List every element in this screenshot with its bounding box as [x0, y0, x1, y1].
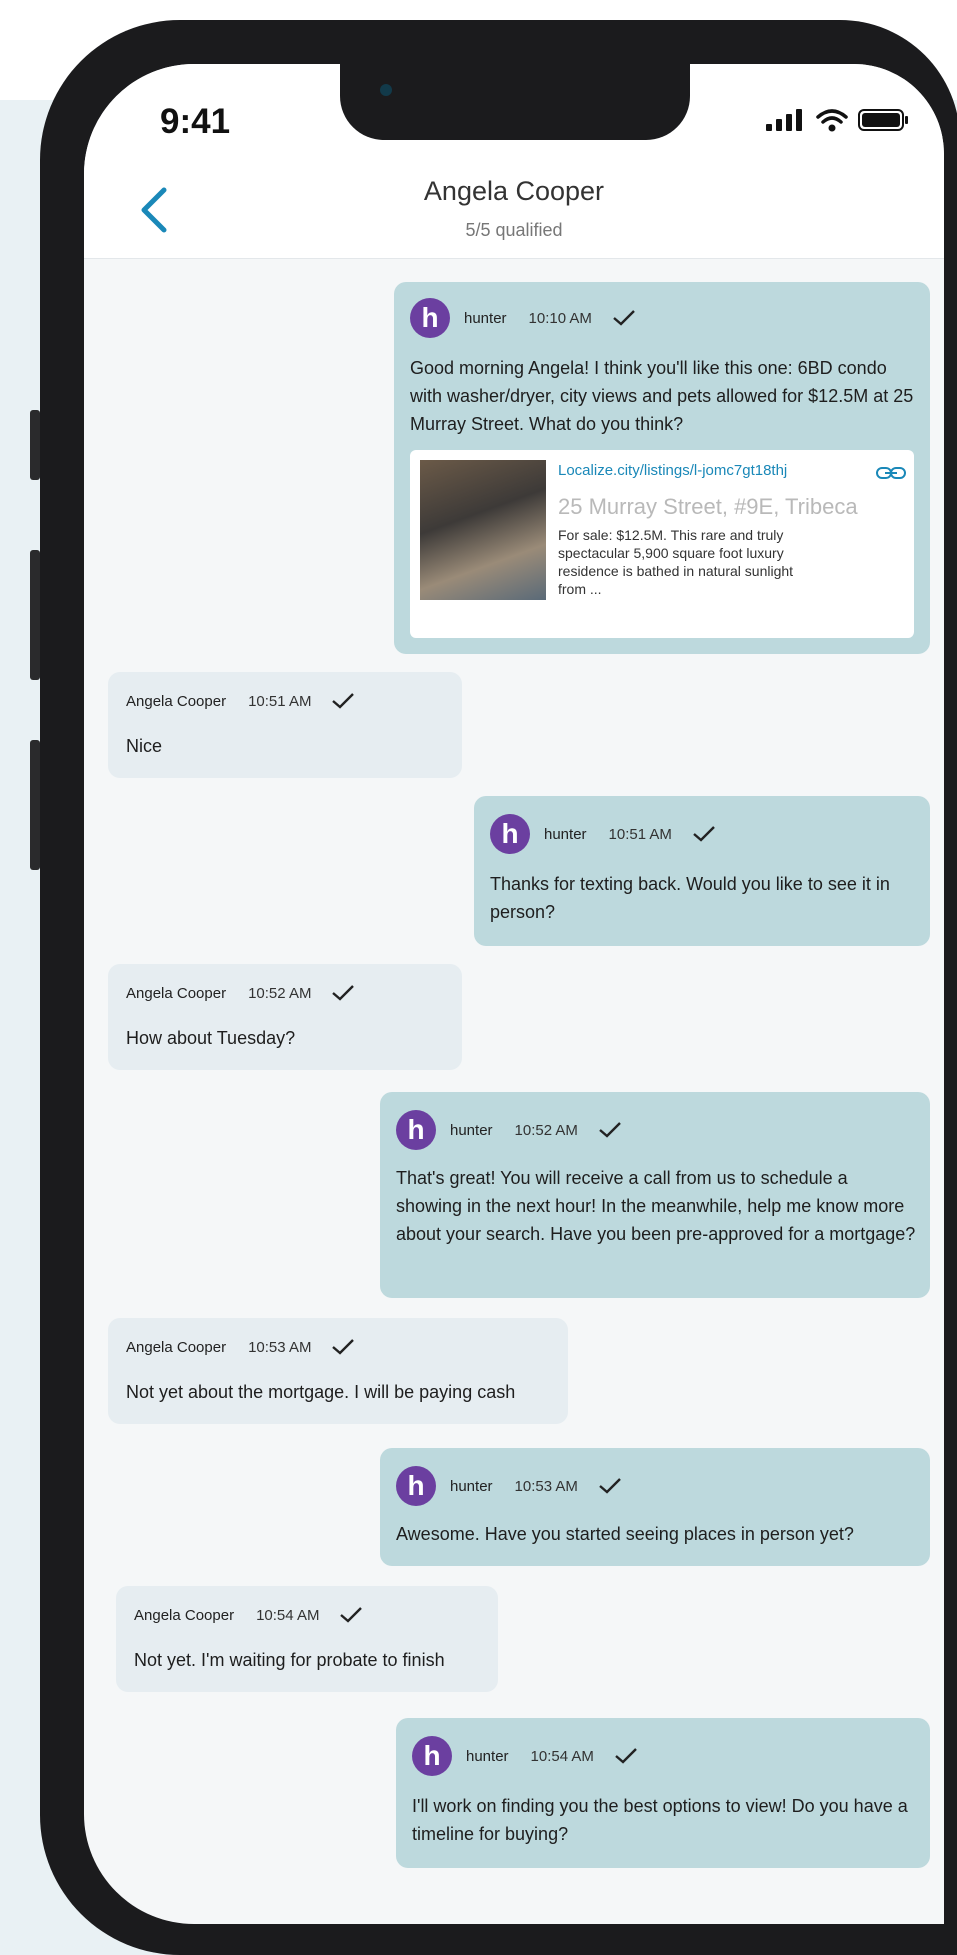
message-time: 10:52 AM — [248, 984, 312, 1002]
incoming-message: Angela Cooper 10:54 AM Not yet. I'm wait… — [116, 1586, 498, 1692]
message-time: 10:51 AM — [608, 825, 672, 843]
message-meta: h hunter 10:53 AM — [396, 1466, 622, 1506]
hunter-avatar: h — [396, 1110, 436, 1150]
checkmark-icon — [332, 1339, 355, 1355]
sender-name: Angela Cooper — [126, 692, 227, 710]
sender-name: Angela Cooper — [134, 1606, 235, 1624]
wifi-icon — [816, 109, 848, 132]
front-camera — [380, 84, 392, 96]
outgoing-message: h hunter 10:53 AM Awesome. Have you star… — [380, 1448, 930, 1566]
message-meta: h hunter 10:52 AM — [396, 1110, 622, 1150]
message-text: Thanks for texting back. Would you like … — [490, 874, 890, 922]
hunter-avatar: h — [396, 1466, 436, 1506]
listing-address: 25 Murray Street, #9E, Tribeca — [558, 494, 858, 519]
checkmark-icon — [332, 985, 355, 1001]
checkmark-icon — [340, 1607, 363, 1623]
link-icon — [876, 467, 906, 479]
sender-name: hunter — [544, 825, 587, 843]
message-text: Nice — [126, 736, 163, 756]
listing-link[interactable]: Localize.city/listings/l-jomc7gt18thj — [558, 462, 787, 479]
message-text: I'll work on finding you the best option… — [412, 1796, 908, 1844]
checkmark-icon — [332, 693, 355, 709]
checkmark-icon — [599, 1122, 621, 1138]
listing-photo — [420, 460, 546, 600]
message-time: 10:53 AM — [514, 1477, 578, 1495]
sender-name: hunter — [450, 1121, 493, 1139]
status-time: 9:41 — [160, 102, 231, 141]
message-text: Not yet. I'm waiting for probate to fini… — [134, 1650, 445, 1670]
message-time: 10:52 AM — [514, 1121, 578, 1139]
incoming-message: Angela Cooper 10:53 AM Not yet about the… — [108, 1318, 568, 1424]
message-meta: h hunter 10:54 AM — [412, 1736, 638, 1776]
message-time: 10:54 AM — [530, 1747, 594, 1765]
outgoing-message: h hunter 10:51 AM Thanks for texting bac… — [474, 796, 930, 946]
message-meta: Angela Cooper 10:51 AM — [126, 692, 355, 710]
sender-name: hunter — [466, 1747, 509, 1765]
volume-up-button — [30, 550, 40, 680]
message-time: 10:54 AM — [256, 1606, 320, 1624]
listing-description: For sale: $12.5M. This rare and truly sp… — [558, 527, 794, 597]
message-text: Good morning Angela! I think you'll like… — [410, 358, 914, 434]
qualification-status: 5/5 qualified — [465, 220, 563, 240]
hunter-avatar: h — [410, 298, 450, 338]
hunter-avatar: h — [412, 1736, 452, 1776]
signal-icon — [766, 109, 802, 131]
status-icons — [766, 108, 910, 132]
link-preview-card[interactable]: Localize.city/listings/l-jomc7gt18thj 25… — [410, 450, 914, 638]
message-text: Awesome. Have you started seeing places … — [396, 1524, 854, 1544]
notch — [340, 64, 690, 140]
outgoing-message: h hunter 10:10 AM Good morning Angela! I… — [394, 282, 930, 654]
volume-down-button — [30, 740, 40, 870]
incoming-message: Angela Cooper 10:52 AM How about Tuesday… — [108, 964, 462, 1070]
checkmark-icon — [613, 310, 635, 326]
message-meta: h hunter 10:10 AM — [410, 298, 636, 338]
message-time: 10:10 AM — [528, 309, 592, 327]
checkmark-icon — [599, 1478, 621, 1494]
sender-name: Angela Cooper — [126, 1338, 227, 1356]
message-text: That's great! You will receive a call fr… — [396, 1168, 916, 1244]
mute-switch — [30, 410, 40, 480]
checkmark-icon — [693, 826, 715, 842]
message-meta: Angela Cooper 10:53 AM — [126, 1338, 355, 1356]
chat-header: 9:41 Angela Cooper 5/5 qualified — [84, 64, 944, 259]
message-text: How about Tuesday? — [126, 1028, 296, 1048]
message-time: 10:53 AM — [248, 1338, 312, 1356]
sender-name: Angela Cooper — [126, 984, 227, 1002]
message-meta: h hunter 10:51 AM — [490, 814, 716, 854]
hunter-avatar: h — [490, 814, 530, 854]
checkmark-icon — [615, 1748, 637, 1764]
sender-name: hunter — [450, 1477, 493, 1495]
message-time: 10:51 AM — [248, 692, 312, 710]
phone-screen: 9:41 Angela Cooper 5/5 qualified h hunte… — [84, 64, 944, 1924]
message-meta: Angela Cooper 10:54 AM — [134, 1606, 363, 1624]
outgoing-message: h hunter 10:52 AM That's great! You will… — [380, 1092, 930, 1298]
contact-name: Angela Cooper — [423, 176, 605, 206]
message-text: Not yet about the mortgage. I will be pa… — [126, 1382, 516, 1402]
outgoing-message: h hunter 10:54 AM I'll work on finding y… — [396, 1718, 930, 1868]
incoming-message: Angela Cooper 10:51 AM Nice — [108, 672, 462, 778]
battery-icon — [858, 109, 908, 131]
message-meta: Angela Cooper 10:52 AM — [126, 984, 355, 1002]
sender-name: hunter — [464, 309, 507, 327]
